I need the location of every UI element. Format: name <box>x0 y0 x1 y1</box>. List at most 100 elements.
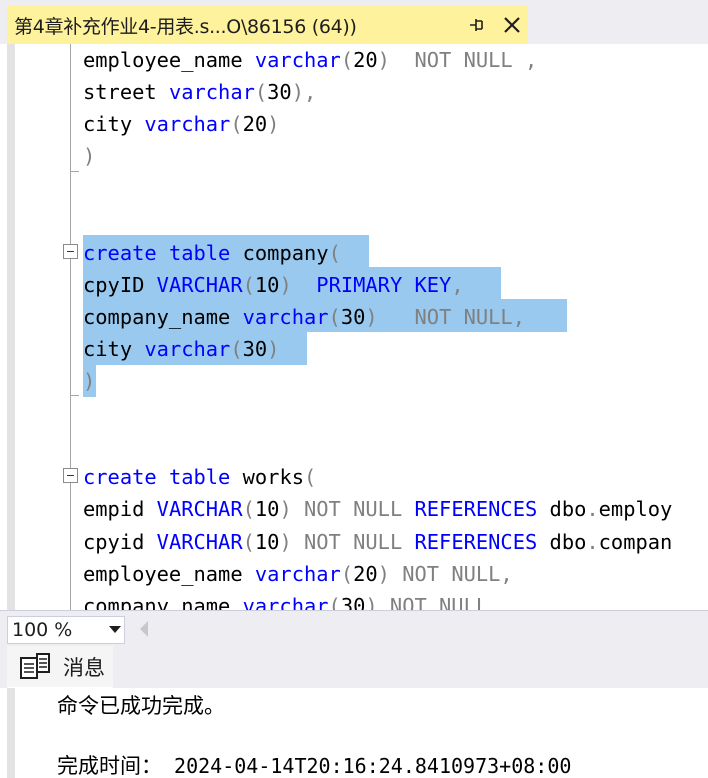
code-token: varchar <box>242 304 329 329</box>
tab-messages-label: 消息 <box>63 656 105 680</box>
code-token: 20 <box>353 48 378 72</box>
code-token: ( <box>230 112 243 137</box>
chevron-down-icon[interactable] <box>106 616 124 644</box>
code-token: ( <box>230 336 243 361</box>
code-line[interactable]: street varchar(30), <box>83 77 316 107</box>
code-token: ( <box>328 304 341 329</box>
code-token: compan <box>598 529 673 554</box>
code-line[interactable]: create table works( <box>83 462 316 492</box>
messages-margin <box>7 688 15 778</box>
code-token: ) NOT NULL, <box>365 304 525 329</box>
code-line[interactable]: employee_name varchar(20) NOT NULL , <box>83 45 537 75</box>
code-line[interactable]: city varchar(20) <box>83 109 279 139</box>
code-line[interactable]: city varchar(30) <box>83 334 279 364</box>
editor-margin <box>7 44 15 610</box>
code-token: varchar <box>168 80 255 105</box>
code-token: 20 <box>353 561 378 586</box>
code-token: ( <box>328 240 341 265</box>
code-token: ) NOT NULL, <box>365 593 501 610</box>
code-line[interactable]: empid VARCHAR(10) NOT NULL REFERENCES db… <box>83 494 672 524</box>
code-token: ) NOT NULL <box>279 529 415 554</box>
code-token: REFERENCES <box>414 497 538 522</box>
code-line[interactable]: ) <box>83 366 95 396</box>
code-token: varchar <box>144 112 231 137</box>
close-icon[interactable] <box>501 14 523 36</box>
code-token: varchar <box>242 593 329 610</box>
code-token: 30 <box>242 336 268 361</box>
code-token: cpyid <box>83 529 157 554</box>
fold-end-tick <box>70 171 79 172</box>
fold-guide <box>70 483 71 610</box>
sql-editor[interactable]: employee_name varchar(20) NOT NULL , stre… <box>0 44 708 610</box>
code-line[interactable]: cpyID VARCHAR(10) PRIMARY KEY, <box>83 270 464 300</box>
code-token: , <box>451 272 464 297</box>
code-token: ( <box>254 80 268 105</box>
code-token: 10 <box>254 497 280 522</box>
zoom-value: 100 % <box>12 619 73 641</box>
tab-title: 第4章补充作业4-用表.s...O\86156 (64)) <box>14 15 357 38</box>
code-token: ) NOT NULL, <box>377 561 513 586</box>
code-token: REFERENCES <box>414 529 538 554</box>
code-token: 30 <box>340 304 366 329</box>
fold-guide <box>70 395 71 469</box>
code-token: create <box>83 240 157 265</box>
message-success: 命令已成功完成。 <box>57 694 225 718</box>
fold-guide <box>70 259 71 395</box>
completion-time-value: 2024-04-14T20:16:24.8410973+08:00 <box>162 754 572 778</box>
code-line[interactable]: create table company( <box>83 238 341 268</box>
zoom-dropdown[interactable]: 100 % <box>7 616 125 644</box>
code-token: . <box>586 529 599 554</box>
code-line[interactable]: ) <box>83 141 95 171</box>
code-token: varchar <box>144 336 231 361</box>
code-token: PRIMARY KEY <box>316 272 452 297</box>
code-token: 20 <box>242 112 268 137</box>
code-token: street <box>83 80 169 105</box>
fold-guide <box>70 44 71 172</box>
code-token: ( <box>340 561 354 586</box>
messages-icon <box>20 653 50 679</box>
code-token: 30 <box>340 593 366 610</box>
code-line[interactable]: company_name varchar(30) NOT NULL, <box>83 591 500 610</box>
code-token: . <box>586 497 599 522</box>
code-token: 10 <box>254 272 280 297</box>
editor-status-bar: 100 % <box>0 610 708 646</box>
code-token: ) <box>267 112 280 137</box>
code-line[interactable]: employee_name varchar(20) NOT NULL, <box>83 559 513 589</box>
code-token: empid <box>83 497 157 522</box>
code-token: varchar <box>254 48 341 72</box>
code-token: ( <box>328 593 341 610</box>
collapse-toggle[interactable] <box>63 468 78 483</box>
code-token: employ <box>598 497 673 522</box>
code-token: VARCHAR <box>156 272 243 297</box>
code-token: VARCHAR <box>156 497 243 522</box>
scroll-left-icon[interactable] <box>138 620 150 638</box>
code-token: ), <box>291 80 317 105</box>
code-token: ( <box>242 497 255 522</box>
document-tab[interactable]: 第4章补充作业4-用表.s...O\86156 (64)) <box>7 6 528 44</box>
code-token: 30 <box>267 80 292 105</box>
completion-time: 完成时间： 2024-04-14T20:16:24.8410973+08:00 <box>57 750 571 778</box>
collapse-toggle[interactable] <box>63 244 78 259</box>
fold-guide <box>70 172 71 244</box>
code-token: city <box>83 336 145 361</box>
code-token: company_name <box>83 304 243 329</box>
code-token: company_name <box>83 593 243 610</box>
code-token: create <box>83 465 157 490</box>
code-token: ( <box>242 272 255 297</box>
pin-icon[interactable] <box>466 15 486 35</box>
code-token: ) NOT NULL <box>279 497 415 522</box>
fold-end-tick <box>70 395 79 396</box>
code-token: employee_name <box>83 48 255 72</box>
completion-time-label: 完成时间： <box>57 754 162 778</box>
document-tab-bar: 第4章补充作业4-用表.s...O\86156 (64)) <box>0 0 708 44</box>
code-token: company <box>230 240 329 265</box>
code-token: dbo <box>537 497 587 522</box>
tab-messages[interactable]: 消息 <box>7 646 113 688</box>
code-line[interactable]: company_name varchar(30) NOT NULL, <box>83 302 525 332</box>
code-token: varchar <box>254 561 341 586</box>
results-tab-bar: 消息 <box>0 646 708 688</box>
code-token: employee_name <box>83 561 255 586</box>
code-line[interactable]: cpyid VARCHAR(10) NOT NULL REFERENCES db… <box>83 527 672 557</box>
